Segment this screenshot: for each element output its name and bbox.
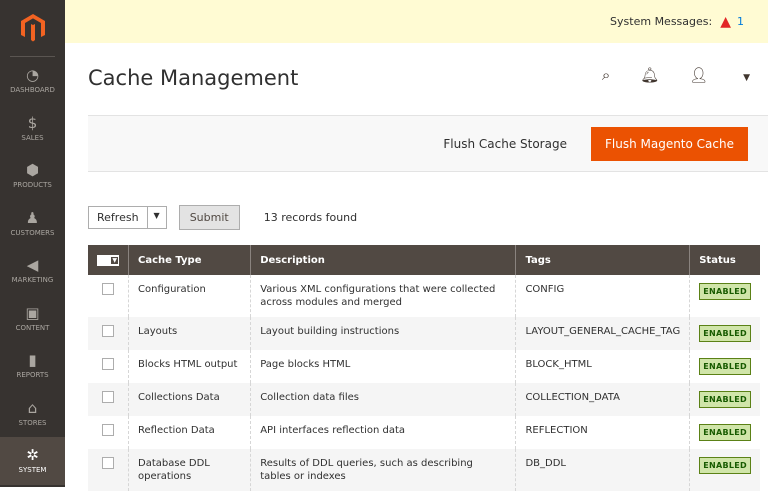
sidebar-item-label: Dashboard: [10, 86, 55, 95]
cache-description: Results of DDL queries, such as describi…: [250, 449, 516, 491]
system-messages-count[interactable]: 1: [737, 15, 744, 28]
cache-tags: DB_DDL: [515, 449, 690, 491]
cache-tags: REFLECTION: [515, 416, 690, 449]
gear-icon: ✲: [26, 446, 39, 465]
sidebar-item-label: Products: [13, 181, 52, 190]
sidebar-item-label: Sales: [21, 133, 44, 142]
cache-type: Database DDL operations: [127, 449, 251, 491]
row-checkbox[interactable]: [102, 391, 114, 403]
records-count: 13 records found: [263, 211, 358, 224]
megaphone-icon: ◀: [26, 256, 39, 275]
cache-table: ▼ Cache Type Description Tags Status Con…: [88, 245, 760, 491]
sidebar-item-marketing[interactable]: ◀ Marketing: [0, 247, 65, 295]
cache-description: API interfaces reflection data: [250, 416, 516, 449]
status-badge: ENABLED: [699, 424, 751, 441]
magento-logo[interactable]: [10, 0, 55, 57]
dashboard-icon: ◔: [25, 66, 40, 85]
bell-icon[interactable]: 🔔︎: [640, 66, 659, 84]
table-row: Collections Data Collection data files C…: [88, 383, 760, 416]
status-badge: ENABLED: [699, 358, 751, 375]
sidebar-item-sales[interactable]: $ Sales: [0, 105, 65, 153]
sidebar-item-system[interactable]: ✲ System: [0, 437, 65, 485]
status-badge: ENABLED: [699, 457, 751, 474]
layout-icon: ▣: [25, 303, 40, 322]
sidebar-item-stores[interactable]: ⌂ Stores: [0, 390, 65, 438]
cache-description: Collection data files: [250, 383, 516, 416]
sidebar-item-reports[interactable]: ▮ Reports: [0, 342, 65, 390]
bar-chart-icon: ▮: [28, 351, 37, 370]
cache-type: Configuration: [127, 275, 251, 317]
sidebar-item-label: Stores: [18, 418, 47, 427]
status-badge: ENABLED: [699, 283, 751, 300]
store-icon: ⌂: [27, 398, 38, 417]
cache-tags: COLLECTION_DATA: [515, 383, 690, 416]
column-status[interactable]: Status: [689, 245, 760, 275]
dollar-icon: $: [27, 113, 38, 132]
cache-tags: BLOCK_HTML: [515, 350, 690, 383]
table-row: Configuration Various XML configurations…: [88, 275, 760, 317]
sidebar-item-customers[interactable]: ♟ Customers: [0, 200, 65, 248]
table-row: Database DDL operations Results of DDL q…: [88, 449, 760, 491]
status-badge: ENABLED: [699, 325, 751, 342]
cache-type: Reflection Data: [127, 416, 251, 449]
warning-icon: ▲: [720, 13, 731, 30]
sidebar: ◔ Dashboard $ Sales ⬢ Products ♟ Customers ◀ Mark…: [0, 0, 65, 487]
user-account-icon[interactable]: 👤︎ ▼: [689, 66, 750, 84]
row-checkbox[interactable]: [102, 325, 114, 337]
search-icon[interactable]: ⌕: [602, 66, 610, 84]
cache-description: Various XML configurations that were col…: [250, 275, 516, 317]
cache-type: Layouts: [127, 317, 251, 350]
mass-action-value: Refresh: [97, 211, 139, 224]
column-cache-type[interactable]: Cache Type: [127, 245, 251, 275]
chevron-down-icon[interactable]: ▼: [743, 73, 750, 83]
table-row: Reflection Data API interfaces reflectio…: [88, 416, 760, 449]
system-messages-bar: System Messages: ▲ 1: [65, 0, 768, 43]
column-tags[interactable]: Tags: [515, 245, 690, 275]
box-icon: ⬢: [25, 161, 40, 180]
cache-description: Page blocks HTML: [250, 350, 516, 383]
cache-type: Collections Data: [127, 383, 251, 416]
cache-description: Layout building instructions: [250, 317, 516, 350]
cache-type: Blocks HTML output: [127, 350, 251, 383]
cache-tags: LAYOUT_GENERAL_CACHE_TAG: [515, 317, 690, 350]
chevron-down-icon: ▼: [111, 257, 118, 264]
flush-magento-cache-button[interactable]: Flush Magento Cache: [590, 126, 748, 161]
page-title: Cache Management: [88, 66, 299, 90]
sidebar-item-dashboard[interactable]: ◔ Dashboard: [0, 57, 65, 105]
mass-select-header[interactable]: ▼: [88, 245, 129, 275]
column-description[interactable]: Description: [250, 245, 516, 275]
table-row: Blocks HTML output Page blocks HTML BLOC…: [88, 350, 760, 383]
chevron-down-icon: ▼: [146, 207, 166, 228]
sidebar-item-label: Marketing: [11, 276, 54, 285]
row-checkbox[interactable]: [102, 424, 114, 436]
cache-tags: CONFIG: [515, 275, 690, 317]
table-row: Layouts Layout building instructions LAY…: [88, 317, 760, 350]
system-messages-label: System Messages:: [610, 15, 713, 28]
sidebar-item-content[interactable]: ▣ Content: [0, 295, 65, 343]
page-actions: Flush Cache Storage Flush Magento Cache: [88, 115, 768, 172]
sidebar-item-products[interactable]: ⬢ Products: [0, 152, 65, 200]
submit-button[interactable]: Submit: [178, 205, 240, 230]
sidebar-item-label: Reports: [16, 371, 49, 380]
flush-cache-storage-button[interactable]: Flush Cache Storage: [443, 137, 567, 151]
sidebar-item-label: System: [18, 466, 47, 475]
sidebar-item-label: Customers: [10, 228, 55, 237]
row-checkbox[interactable]: [102, 358, 114, 370]
row-checkbox[interactable]: [102, 457, 114, 469]
person-icon: ♟: [25, 208, 40, 227]
mass-action-select[interactable]: Refresh ▼: [88, 206, 167, 229]
row-checkbox[interactable]: [102, 283, 114, 295]
sidebar-item-label: Content: [15, 323, 50, 332]
status-badge: ENABLED: [699, 391, 751, 408]
